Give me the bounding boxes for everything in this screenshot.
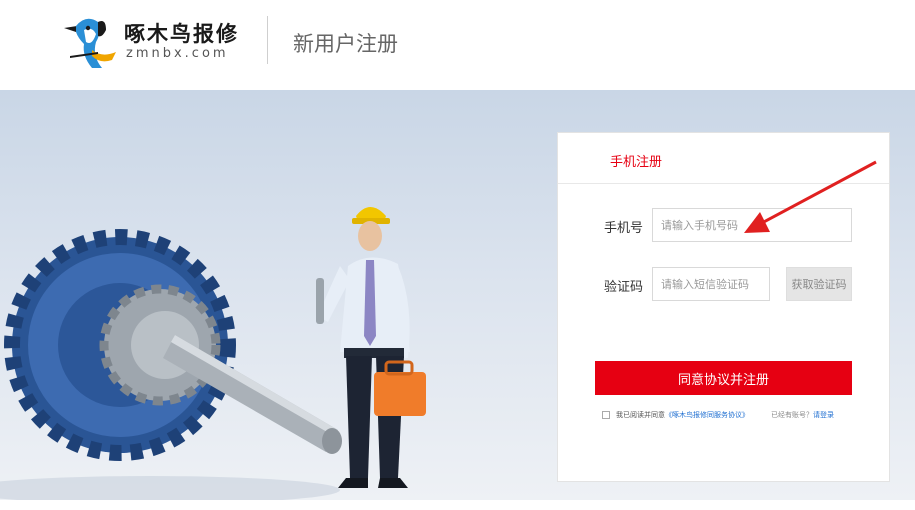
phone-input[interactable] — [652, 208, 852, 242]
agree-register-button[interactable]: 同意协议并注册 — [595, 361, 852, 395]
get-code-button[interactable]: 获取验证码 — [786, 267, 852, 301]
gear-illustration — [0, 229, 342, 500]
agree-prefix: 我已阅读并同意 — [616, 411, 665, 419]
tab-phone-register[interactable]: 手机注册 — [610, 151, 662, 170]
brand-name: 啄木鸟报修 — [124, 22, 239, 46]
phone-label: 手机号 — [604, 221, 644, 236]
agreement-row: 我已阅读并同意《啄木鸟报修同服务协议》 已经有账号？请登录 — [602, 408, 862, 422]
login-hint: 已经有账号？请登录 — [771, 410, 834, 420]
header-divider — [267, 16, 268, 64]
agree-checkbox[interactable] — [602, 411, 610, 419]
service-agreement-link[interactable]: 《啄木鸟报修同服务协议》 — [665, 411, 749, 419]
registration-form: 手机注册 手机号 验证码 获取验证码 同意协议并注册 我已阅读并同意《啄木鸟报修… — [557, 132, 890, 482]
card-divider — [558, 183, 889, 184]
site-header: 啄木鸟报修 zmnbx.com 新用户注册 — [0, 0, 915, 90]
login-prompt: 已经有账号？ — [771, 411, 813, 419]
page-title: 新用户注册 — [293, 32, 398, 56]
code-label: 验证码 — [604, 280, 644, 295]
woodpecker-logo-icon[interactable] — [62, 12, 122, 68]
login-link[interactable]: 请登录 — [813, 411, 834, 419]
agreement-text: 我已阅读并同意《啄木鸟报修同服务协议》 — [616, 410, 749, 420]
sms-code-input[interactable] — [652, 267, 770, 301]
brand-domain: zmnbx.com — [126, 46, 229, 61]
